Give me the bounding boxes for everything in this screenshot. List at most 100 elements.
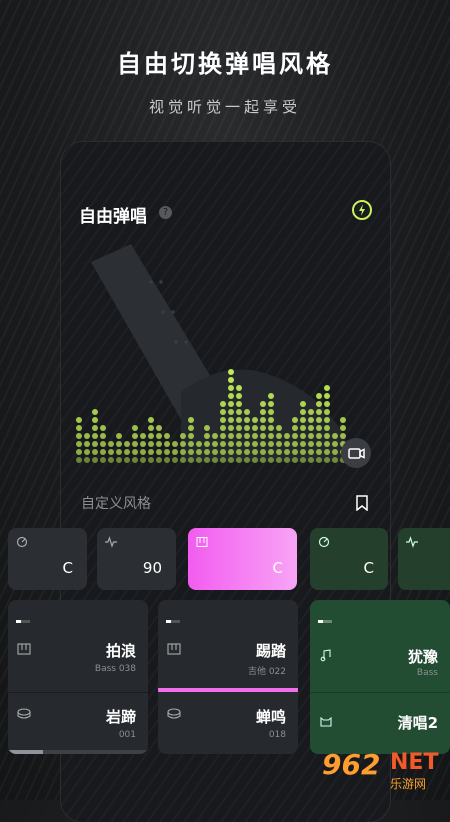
- equalizer-dot: [156, 449, 162, 455]
- equalizer-dot: [292, 433, 298, 439]
- equalizer-dot: [188, 457, 194, 463]
- equalizer-dot: [100, 449, 106, 455]
- equalizer-dot: [284, 457, 290, 463]
- equalizer-dot: [284, 449, 290, 455]
- equalizer-dot: [212, 449, 218, 455]
- rhythm-tile-2[interactable]: 踢踏 吉他 022 蝉鸣 018: [158, 600, 298, 754]
- equalizer-dot: [292, 457, 298, 463]
- equalizer-dot: [204, 433, 210, 439]
- key-chip[interactable]: C: [8, 528, 87, 590]
- rhythm-name: 清唱2: [397, 714, 438, 732]
- waveform-icon: [105, 536, 117, 548]
- equalizer-dot: [252, 441, 258, 447]
- equalizer-dot: [268, 457, 274, 463]
- equalizer-dot: [116, 433, 122, 439]
- equalizer-dot: [140, 441, 146, 447]
- equalizer-dot: [228, 433, 234, 439]
- equalizer-dot: [300, 457, 306, 463]
- equalizer-dot: [212, 457, 218, 463]
- help-icon[interactable]: ?: [159, 206, 172, 219]
- equalizer-dot: [92, 457, 98, 463]
- equalizer-dot: [132, 457, 138, 463]
- equalizer-dot: [228, 425, 234, 431]
- equalizer-dot: [324, 425, 330, 431]
- selected-key-chip[interactable]: C: [188, 528, 297, 590]
- equalizer-dot: [220, 457, 226, 463]
- equalizer-dot: [268, 417, 274, 423]
- equalizer-dot: [204, 457, 210, 463]
- power-icon[interactable]: [351, 199, 373, 221]
- equalizer-dot: [300, 449, 306, 455]
- equalizer-dot: [268, 401, 274, 407]
- equalizer-dot: [324, 441, 330, 447]
- video-record-button[interactable]: [341, 438, 371, 468]
- equalizer-dot: [84, 441, 90, 447]
- equalizer-dot: [156, 457, 162, 463]
- tempo-chip-green[interactable]: [398, 528, 450, 590]
- equalizer-dot: [316, 441, 322, 447]
- equalizer-dot: [228, 369, 234, 375]
- equalizer-dot: [316, 425, 322, 431]
- equalizer-dot: [324, 457, 330, 463]
- equalizer-dot: [324, 401, 330, 407]
- equalizer-dot: [332, 449, 338, 455]
- equalizer-dot: [132, 433, 138, 439]
- equalizer-dot: [180, 433, 186, 439]
- equalizer-dot: [244, 409, 250, 415]
- equalizer-dot: [308, 441, 314, 447]
- equalizer-dot: [196, 449, 202, 455]
- equalizer-dot: [228, 401, 234, 407]
- music-note-icon: [320, 649, 331, 662]
- equalizer-dot: [260, 409, 266, 415]
- equalizer-dot: [220, 449, 226, 455]
- equalizer-dot: [156, 425, 162, 431]
- equalizer-dot: [300, 433, 306, 439]
- rhythm-tile-3[interactable]: 犹豫 Bass 清唱2: [310, 600, 450, 754]
- equalizer-dot: [124, 441, 130, 447]
- equalizer-dot: [148, 441, 154, 447]
- equalizer-dot: [252, 449, 258, 455]
- tile-divider: [310, 692, 450, 693]
- equalizer-dot: [76, 425, 82, 431]
- equalizer-dot: [212, 433, 218, 439]
- equalizer-dot: [244, 417, 250, 423]
- equalizer-dot: [340, 425, 346, 431]
- rhythm-name: 拍浪: [105, 642, 136, 660]
- equalizer-dot: [204, 441, 210, 447]
- equalizer-dot: [308, 433, 314, 439]
- equalizer-dot: [172, 449, 178, 455]
- key-chip-green[interactable]: C: [310, 528, 388, 590]
- equalizer-dot: [276, 433, 282, 439]
- equalizer-dot: [100, 425, 106, 431]
- equalizer-dot: [292, 449, 298, 455]
- equalizer-dot: [308, 417, 314, 423]
- equalizer-dot: [228, 441, 234, 447]
- equalizer-dot: [204, 449, 210, 455]
- equalizer-dot: [220, 441, 226, 447]
- tempo-chip[interactable]: 90: [97, 528, 176, 590]
- rhythm-name: 犹豫: [407, 648, 438, 666]
- rhythm-name: 踢踏: [255, 642, 286, 660]
- equalizer-dot: [228, 457, 234, 463]
- selected-key-value: C: [272, 559, 283, 577]
- equalizer-dot: [236, 393, 242, 399]
- bookmark-icon[interactable]: [355, 495, 369, 511]
- rhythm-tile-1[interactable]: 拍浪 Bass 038 岩蹄 001: [8, 600, 148, 754]
- equalizer-dot: [180, 457, 186, 463]
- equalizer-dot: [260, 425, 266, 431]
- equalizer-dot: [76, 433, 82, 439]
- equalizer-dot: [228, 377, 234, 383]
- equalizer-dot: [76, 457, 82, 463]
- equalizer-dot: [188, 425, 194, 431]
- equalizer-dot: [236, 433, 242, 439]
- equalizer-dot: [108, 449, 114, 455]
- equalizer-dot: [228, 409, 234, 415]
- rhythm-meta: Bass: [416, 668, 438, 678]
- equalizer-dot: [188, 441, 194, 447]
- rhythm-name: 蝉鸣: [255, 708, 286, 726]
- equalizer-dot: [260, 441, 266, 447]
- equalizer-dot: [132, 449, 138, 455]
- equalizer-dot: [244, 441, 250, 447]
- equalizer-dot: [292, 417, 298, 423]
- equalizer-dot: [76, 417, 82, 423]
